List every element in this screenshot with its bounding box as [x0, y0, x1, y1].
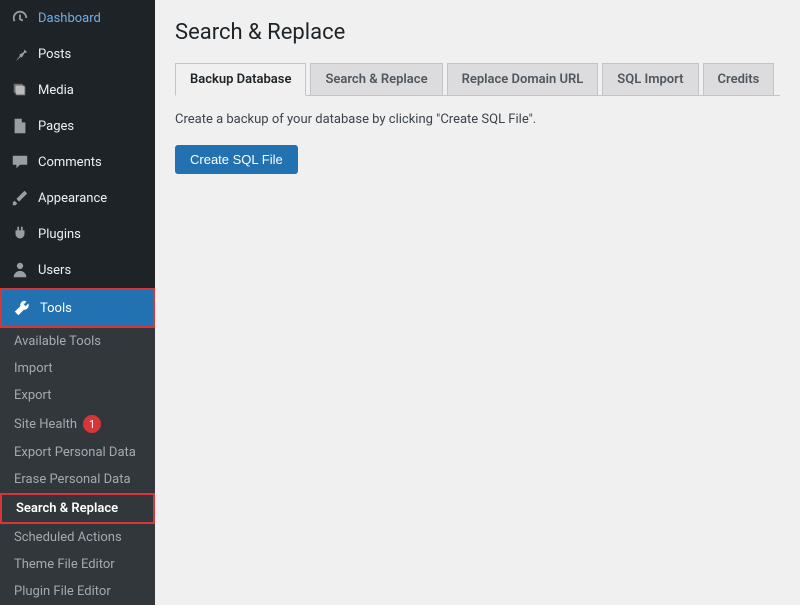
main-content: Search & Replace Backup Database Search … [155, 0, 800, 580]
sidebar-item-posts[interactable]: Posts [0, 36, 155, 72]
wrench-icon [12, 298, 32, 318]
sidebar-item-tools[interactable]: Tools [2, 290, 153, 326]
submenu-plugin-file-editor[interactable]: Plugin File Editor [0, 578, 155, 605]
submenu-erase-personal-data[interactable]: Erase Personal Data [0, 466, 155, 493]
sidebar-item-dashboard[interactable]: Dashboard [0, 0, 155, 36]
submenu-theme-file-editor[interactable]: Theme File Editor [0, 551, 155, 578]
user-icon [10, 260, 30, 280]
sidebar-item-label: Media [38, 83, 74, 98]
sidebar-item-label: Tools [40, 301, 72, 316]
active-menu-arrow-icon [157, 300, 165, 316]
sidebar-item-label: Comments [38, 155, 102, 170]
sidebar-item-comments[interactable]: Comments [0, 144, 155, 180]
sidebar-item-plugins[interactable]: Plugins [0, 216, 155, 252]
create-sql-file-button[interactable]: Create SQL File [175, 145, 298, 174]
page-icon [10, 116, 30, 136]
sidebar-item-label: Appearance [38, 191, 107, 206]
pin-icon [10, 44, 30, 64]
submenu-export[interactable]: Export [0, 382, 155, 409]
sidebar-item-tools-highlight: Tools [0, 288, 155, 328]
tab-replace-domain-url[interactable]: Replace Domain URL [447, 63, 599, 96]
sidebar-item-label: Pages [38, 119, 74, 134]
site-health-badge: 1 [83, 415, 101, 433]
comment-icon [10, 152, 30, 172]
admin-sidebar: Dashboard Posts Media Pages Comments App… [0, 0, 155, 580]
tools-submenu: Available Tools Import Export Site Healt… [0, 328, 155, 605]
tab-backup-database[interactable]: Backup Database [175, 63, 306, 96]
page-title: Search & Replace [175, 20, 780, 45]
sidebar-item-users[interactable]: Users [0, 252, 155, 288]
submenu-site-health[interactable]: Site Health1 [0, 409, 155, 439]
plug-icon [10, 224, 30, 244]
tab-search-replace[interactable]: Search & Replace [310, 63, 442, 96]
submenu-scheduled-actions[interactable]: Scheduled Actions [0, 524, 155, 551]
tab-navigation: Backup Database Search & Replace Replace… [175, 63, 780, 96]
submenu-available-tools[interactable]: Available Tools [0, 328, 155, 355]
submenu-import[interactable]: Import [0, 355, 155, 382]
submenu-search-replace[interactable]: Search & Replace [0, 493, 155, 524]
tab-description: Create a backup of your database by clic… [175, 112, 780, 127]
sidebar-item-label: Plugins [38, 227, 81, 242]
media-icon [10, 80, 30, 100]
sidebar-item-label: Dashboard [38, 11, 101, 26]
sidebar-item-media[interactable]: Media [0, 72, 155, 108]
sidebar-item-pages[interactable]: Pages [0, 108, 155, 144]
sidebar-item-appearance[interactable]: Appearance [0, 180, 155, 216]
tab-credits[interactable]: Credits [703, 63, 775, 96]
brush-icon [10, 188, 30, 208]
gauge-icon [10, 8, 30, 28]
sidebar-item-label: Users [38, 263, 71, 278]
tab-sql-import[interactable]: SQL Import [602, 63, 698, 96]
submenu-export-personal-data[interactable]: Export Personal Data [0, 439, 155, 466]
sidebar-item-label: Posts [38, 47, 71, 62]
